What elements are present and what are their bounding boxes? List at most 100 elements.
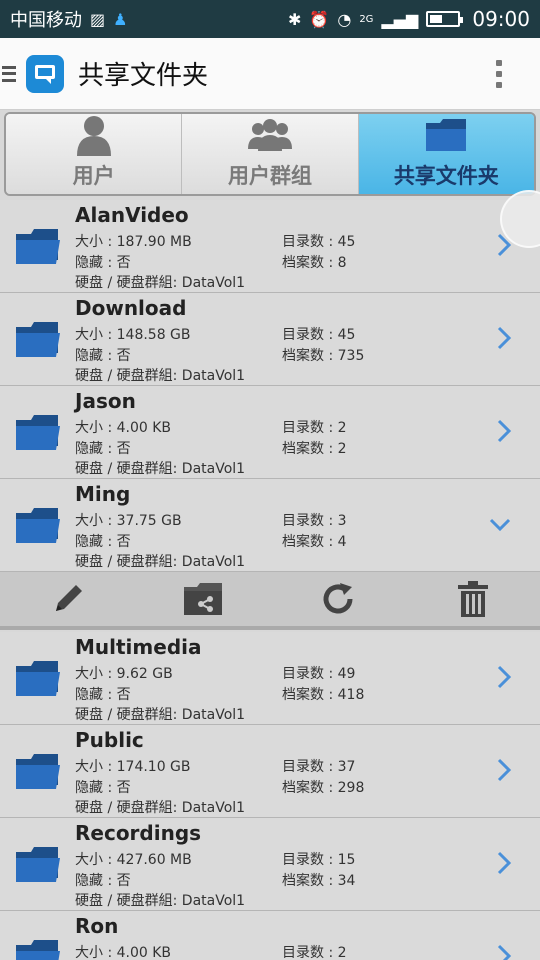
list-item[interactable]: AlanVideo 大小 : 187.90 MB 隐藏 : 否硬盘 / 硬盘群組: … — [0, 200, 540, 293]
network-type: 2G — [359, 13, 374, 25]
shared-folder-list: AlanVideo 大小 : 187.90 MB 隐藏 : 否硬盘 / 硬盘群組: … — [0, 200, 540, 960]
dirs-value: 15 — [337, 852, 356, 868]
tab-shared-folders[interactable]: 共享文件夹 — [358, 114, 534, 194]
overflow-menu-icon[interactable] — [496, 59, 502, 88]
alarm-icon: ⏰ — [309, 9, 330, 29]
dirs-value: 3 — [337, 513, 347, 529]
folder-icon — [424, 114, 468, 156]
hidden-label: 隐藏 : — [75, 348, 117, 364]
folder-volume: 硬盘 / 硬盘群組: DataVol1 — [75, 551, 245, 571]
list-item[interactable]: Multimedia 大小 : 9.62 GB 隐藏 : 否硬盘 / 硬盘群組: D… — [0, 632, 540, 725]
size-value: 37.75 GB — [116, 513, 182, 529]
folder-file-count: 档案数 : 34 — [282, 870, 355, 890]
list-item[interactable]: Jason 大小 : 4.00 KB 隐藏 : 否硬盘 / 硬盘群組: DataVo… — [0, 386, 540, 479]
status-bar: 中国移动 ▨ ♟ ✱ ⏰ ◔ 2G ▂▄▆ 09:00 — [0, 0, 540, 38]
folder-dir-count: 目录数 : 3 — [282, 510, 347, 530]
folder-dir-count: 目录数 : 2 — [282, 942, 347, 960]
folder-file-count: 档案数 : 8 — [282, 252, 347, 272]
folder-hidden: 隐藏 : 否 — [75, 684, 131, 704]
folder-file-count: 档案数 : 4 — [282, 531, 347, 551]
folder-name: Recordings — [75, 821, 202, 845]
hidden-label: 隐藏 : — [75, 873, 117, 889]
hidden-label: 隐藏 : — [75, 687, 117, 703]
dirs-label: 目录数 : — [282, 420, 338, 436]
chevron-down-icon[interactable] — [488, 517, 512, 537]
hidden-value: 否 — [116, 687, 131, 703]
trash-icon[interactable] — [443, 579, 503, 619]
files-label: 档案数 : — [282, 687, 338, 703]
folder-hidden: 隐藏 : 否 — [75, 870, 131, 890]
size-label: 大小 : — [75, 327, 117, 343]
chevron-right-icon[interactable] — [496, 850, 512, 880]
tab-user-groups[interactable]: 用户群组 — [182, 114, 359, 194]
folder-icon — [14, 226, 62, 270]
menu-icon[interactable] — [2, 64, 16, 84]
app-logo-icon — [26, 54, 64, 93]
folder-name: Ming — [75, 482, 131, 506]
files-value: 418 — [337, 687, 365, 703]
hidden-label: 隐藏 : — [75, 534, 117, 550]
size-value: 4.00 KB — [116, 420, 172, 436]
user-icon — [74, 114, 114, 156]
volume-label: 硬盘 / 硬盘群組: — [75, 893, 182, 909]
app-bar: 共享文件夹 — [0, 38, 540, 110]
folder-volume: 硬盘 / 硬盘群組: DataVol1 — [75, 458, 245, 478]
folder-icon — [14, 751, 62, 795]
folder-volume: 硬盘 / 硬盘群組: DataVol1 — [75, 890, 245, 910]
files-value: 8 — [337, 255, 347, 271]
size-label: 大小 : — [75, 420, 117, 436]
folder-size: 大小 : 9.62 GB — [75, 663, 173, 683]
dirs-value: 2 — [337, 945, 347, 960]
volume-value: DataVol1 — [181, 275, 246, 291]
page-title: 共享文件夹 — [78, 61, 209, 91]
tab-user-groups-label: 用户群组 — [227, 164, 312, 188]
folder-size: 大小 : 187.90 MB — [75, 231, 192, 251]
folder-volume: 硬盘 / 硬盘群組: DataVol1 — [75, 704, 245, 724]
tab-users[interactable]: 用户 — [6, 114, 183, 194]
size-value: 148.58 GB — [116, 327, 191, 343]
tab-users-label: 用户 — [72, 164, 115, 188]
volume-label: 硬盘 / 硬盘群組: — [75, 368, 182, 384]
dirs-label: 目录数 : — [282, 327, 338, 343]
folder-share-icon[interactable] — [173, 579, 233, 619]
refresh-icon[interactable] — [308, 579, 368, 619]
hidden-value: 否 — [116, 441, 131, 457]
volume-label: 硬盘 / 硬盘群組: — [75, 461, 182, 477]
volume-value: DataVol1 — [181, 707, 246, 723]
files-value: 34 — [337, 873, 356, 889]
folder-icon — [14, 937, 62, 960]
list-item[interactable]: Download 大小 : 148.58 GB 隐藏 : 否硬盘 / 硬盘群組: D… — [0, 293, 540, 386]
chevron-right-icon[interactable] — [496, 943, 512, 960]
wifi-icon: ◔ — [337, 9, 352, 29]
folder-size: 大小 : 4.00 KB — [75, 942, 171, 960]
size-value: 4.00 KB — [116, 945, 172, 960]
size-value: 427.60 MB — [116, 852, 192, 868]
hidden-value: 否 — [116, 348, 131, 364]
files-label: 档案数 : — [282, 873, 338, 889]
size-label: 大小 : — [75, 513, 117, 529]
clock: 09:00 — [472, 7, 530, 31]
hidden-value: 否 — [116, 255, 131, 271]
chevron-right-icon[interactable] — [496, 757, 512, 787]
folder-file-count: 档案数 : 298 — [282, 777, 364, 797]
volume-label: 硬盘 / 硬盘群組: — [75, 800, 182, 816]
gallery-notification-icon: ▨ — [90, 9, 106, 29]
volume-value: DataVol1 — [181, 368, 246, 384]
chevron-right-icon[interactable] — [496, 664, 512, 694]
folder-hidden: 隐藏 : 否 — [75, 438, 131, 458]
size-label: 大小 : — [75, 945, 117, 960]
size-value: 187.90 MB — [116, 234, 192, 250]
chevron-right-icon[interactable] — [496, 418, 512, 448]
files-value: 4 — [337, 534, 347, 550]
list-item[interactable]: Recordings 大小 : 427.60 MB 隐藏 : 否硬盘 / 硬盘群組:… — [0, 818, 540, 911]
dirs-label: 目录数 : — [282, 945, 338, 960]
edit-icon[interactable] — [38, 579, 98, 619]
hidden-label: 隐藏 : — [75, 441, 117, 457]
folder-name: Public — [75, 728, 144, 752]
list-item[interactable]: Ron大小 : 4.00 KB隐藏 : 硬盘 / 硬盘群組: 目录数 : 2档案… — [0, 911, 540, 960]
tab-shared-folders-label: 共享文件夹 — [393, 164, 499, 188]
folder-name: Multimedia — [75, 635, 202, 659]
list-item[interactable]: Public 大小 : 174.10 GB 隐藏 : 否硬盘 / 硬盘群組: Dat… — [0, 725, 540, 818]
list-item[interactable]: Ming 大小 : 37.75 GB 隐藏 : 否硬盘 / 硬盘群組: DataVo… — [0, 479, 540, 572]
chevron-right-icon[interactable] — [496, 325, 512, 355]
